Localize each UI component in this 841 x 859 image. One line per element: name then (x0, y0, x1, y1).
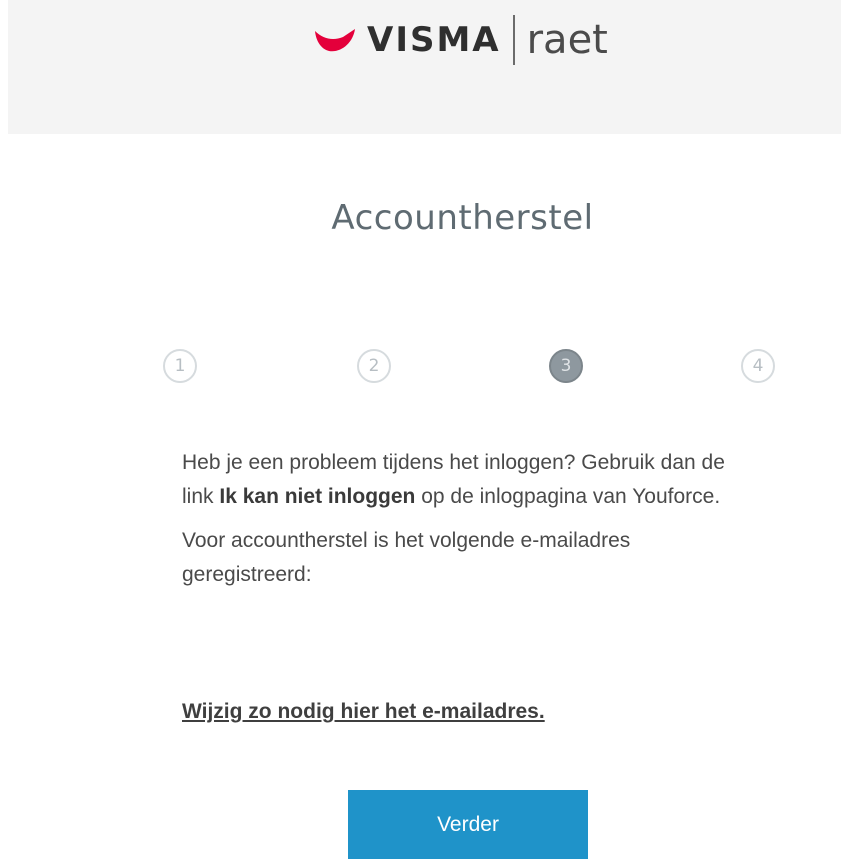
login-help-paragraph: Heb je een probleem tijdens het inloggen… (182, 451, 725, 508)
brand-raet-text: raet (526, 17, 608, 63)
step-3-current: 3 (549, 349, 583, 383)
brand-visma-text: VISMA (367, 20, 501, 60)
brand-divider (512, 15, 515, 65)
step-1: 1 (163, 349, 197, 383)
step-indicator: 1 2 3 4 (0, 349, 841, 389)
info-text: Heb je een probleem tijdens het inloggen… (182, 446, 742, 592)
cannot-login-link-text: Ik kan niet inloggen (219, 485, 416, 508)
registered-email-paragraph: Voor accountherstel is het volgende e-ma… (182, 529, 631, 586)
header: VISMA raet (8, 0, 841, 134)
brand-logo: VISMA raet (313, 10, 608, 70)
visma-swoosh-icon (315, 29, 355, 52)
page-title: Accountherstel (331, 198, 594, 238)
step-4: 4 (741, 349, 775, 383)
step-2: 2 (357, 349, 391, 383)
change-email-link[interactable]: Wijzig zo nodig hier het e-mailadres. (182, 700, 545, 724)
next-button[interactable]: Verder (348, 790, 588, 859)
